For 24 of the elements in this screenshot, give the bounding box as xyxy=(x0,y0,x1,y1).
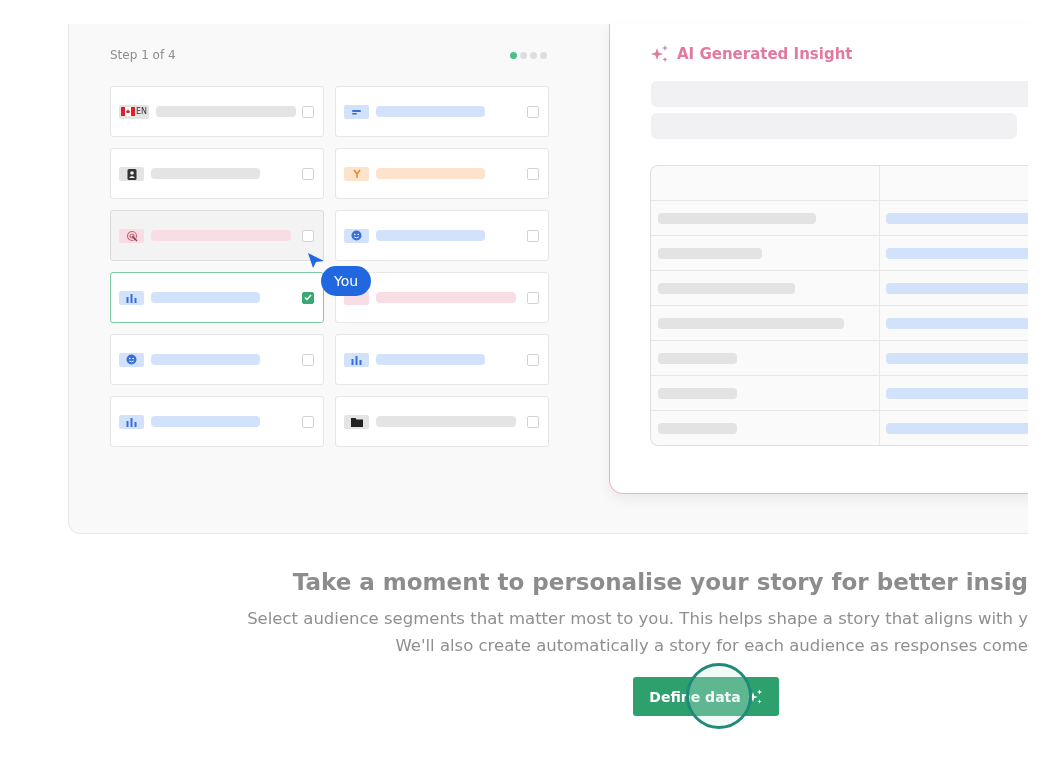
checkbox[interactable] xyxy=(527,415,539,428)
cursor-icon xyxy=(307,252,325,269)
insight-title: AI Generated Insight xyxy=(677,45,853,63)
checkbox[interactable] xyxy=(302,353,314,366)
heading: Take a moment to personalise your story for better insig xyxy=(291,568,1028,596)
checkbox[interactable] xyxy=(302,415,314,428)
checkbox[interactable] xyxy=(302,105,314,118)
checkbox[interactable] xyxy=(527,353,539,366)
checkbox[interactable] xyxy=(302,167,314,180)
checkbox[interactable] xyxy=(527,291,539,304)
description: Select audience segments that matter most to you. This helps shape a story that aligns with y xyxy=(246,608,1028,630)
checkbox[interactable] xyxy=(302,291,314,304)
language-code: EN xyxy=(136,107,148,116)
checkbox[interactable] xyxy=(527,229,539,242)
checkbox[interactable] xyxy=(302,229,314,242)
checkbox[interactable] xyxy=(527,167,539,180)
name-tag: You xyxy=(321,266,372,296)
flag-icon xyxy=(121,107,135,116)
segment-card[interactable]: EN xyxy=(110,86,324,137)
description: We'll also create automatically a story for each audience as responses come xyxy=(394,635,1028,657)
segment-card[interactable] xyxy=(110,272,324,323)
step-label: Step 1 of 4 xyxy=(110,48,176,62)
sparkle-icon xyxy=(651,45,669,63)
checkbox[interactable] xyxy=(527,105,539,118)
